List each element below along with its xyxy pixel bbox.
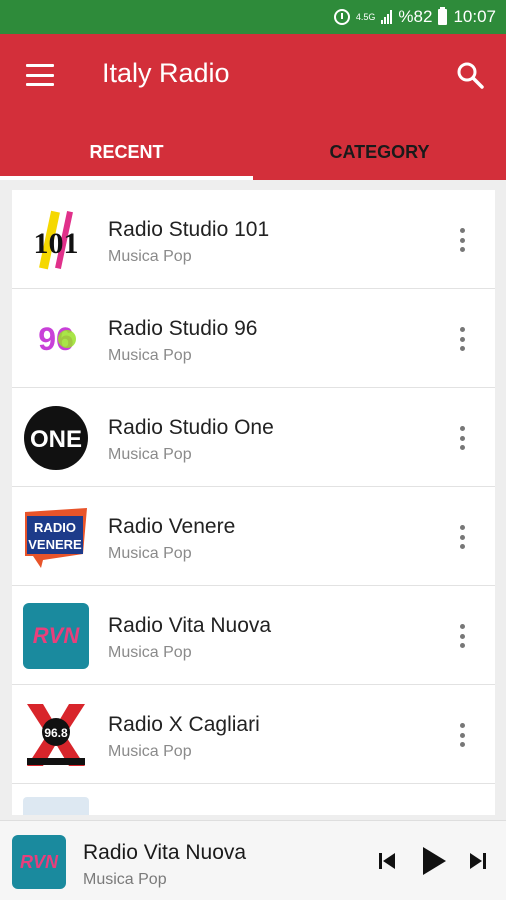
network-type: 4.5G: [355, 11, 376, 22]
station-row[interactable]: RADIO VENERE Radio Venere Musica Pop: [12, 487, 495, 586]
station-row[interactable]: RVN Radio Vita Nuova Musica Pop: [12, 586, 495, 685]
clock: 10:07: [453, 7, 496, 26]
studio-one-logo-text: ONE: [30, 426, 82, 453]
skip-previous-button[interactable]: [372, 843, 402, 879]
x-cagliari-logo: 96.8: [23, 702, 89, 768]
station-row[interactable]: ONE Radio Studio One Musica Pop: [12, 388, 495, 487]
station-name: Radio Vita Nuova: [108, 614, 272, 637]
station-name: Radio Studio One: [108, 416, 274, 439]
app-bar: Italy Radio RECENT CATEGORY: [0, 34, 506, 180]
skip-next-button[interactable]: [463, 843, 493, 879]
studio-101-logo-text: 101: [34, 227, 79, 260]
mini-player[interactable]: RVN Radio Vita Nuova Musica Pop: [0, 820, 506, 900]
station-row[interactable]: 96.8 Radio X Cagliari Musica Pop: [12, 685, 495, 784]
signal-icon: [381, 10, 393, 24]
more-vert-icon[interactable]: [457, 723, 467, 747]
tab-recent[interactable]: RECENT: [0, 124, 253, 180]
station-name: Radio Studio 101: [108, 218, 270, 241]
tab-category[interactable]: CATEGORY: [253, 124, 506, 180]
player-station-category: Musica Pop: [83, 871, 167, 888]
station-name: Radio Studio 96: [108, 317, 258, 340]
play-icon: [423, 847, 446, 875]
skip-previous-icon: [379, 853, 395, 869]
station-row[interactable]: 101 Radio Studio 101 Musica Pop: [12, 190, 495, 289]
more-vert-icon[interactable]: [457, 624, 467, 648]
station-name: Radio X Cagliari: [108, 713, 260, 736]
station-category: Musica Pop: [108, 545, 192, 562]
battery-percent: %82: [398, 7, 433, 26]
skip-next-icon: [470, 853, 486, 869]
venere-logo: RADIO VENERE: [23, 504, 89, 570]
studio-one-logo: ONE: [23, 405, 89, 471]
player-station-name: Radio Vita Nuova: [83, 841, 247, 864]
station-category: Musica Pop: [108, 248, 192, 265]
station-row-partial[interactable]: [12, 784, 495, 815]
station-category: Musica Pop: [108, 446, 192, 463]
hamburger-menu-icon[interactable]: [26, 64, 54, 86]
more-vert-icon[interactable]: [457, 327, 467, 351]
more-vert-icon[interactable]: [457, 426, 467, 450]
svg-text:VENERE: VENERE: [28, 537, 82, 552]
station-list[interactable]: 101 Radio Studio 101 Musica Pop 96 Radio…: [12, 190, 495, 815]
alarm-icon: [333, 9, 350, 25]
search-icon[interactable]: [456, 61, 484, 89]
vita-nuova-logo-text: RVN: [33, 623, 81, 648]
player-station-logo: RVN: [12, 835, 66, 889]
station-row[interactable]: 96 Radio Studio 96 Musica Pop: [12, 289, 495, 388]
partial-station-logo: [23, 797, 89, 815]
battery-icon: [438, 7, 448, 25]
vita-nuova-logo: RVN: [23, 603, 89, 669]
x-cagliari-logo-text: 96.8: [44, 726, 68, 740]
studio-101-logo: 101: [23, 207, 89, 273]
status-bar: 4.5G %82 10:07: [0, 0, 506, 34]
app-title: Italy Radio: [102, 58, 230, 88]
station-name: Radio Venere: [108, 515, 236, 538]
player-logo-text: RVN: [20, 852, 59, 872]
tab-indicator: [0, 176, 253, 180]
svg-text:RADIO: RADIO: [34, 520, 76, 535]
more-vert-icon[interactable]: [457, 525, 467, 549]
station-category: Musica Pop: [108, 644, 192, 661]
play-button[interactable]: [414, 843, 454, 879]
station-category: Musica Pop: [108, 743, 192, 760]
status-icons: 4.5G %82 10:07: [333, 0, 496, 34]
station-category: Musica Pop: [108, 347, 192, 364]
more-vert-icon[interactable]: [457, 228, 467, 252]
studio-96-logo: 96: [23, 306, 89, 372]
tab-bar: RECENT CATEGORY: [0, 124, 506, 180]
